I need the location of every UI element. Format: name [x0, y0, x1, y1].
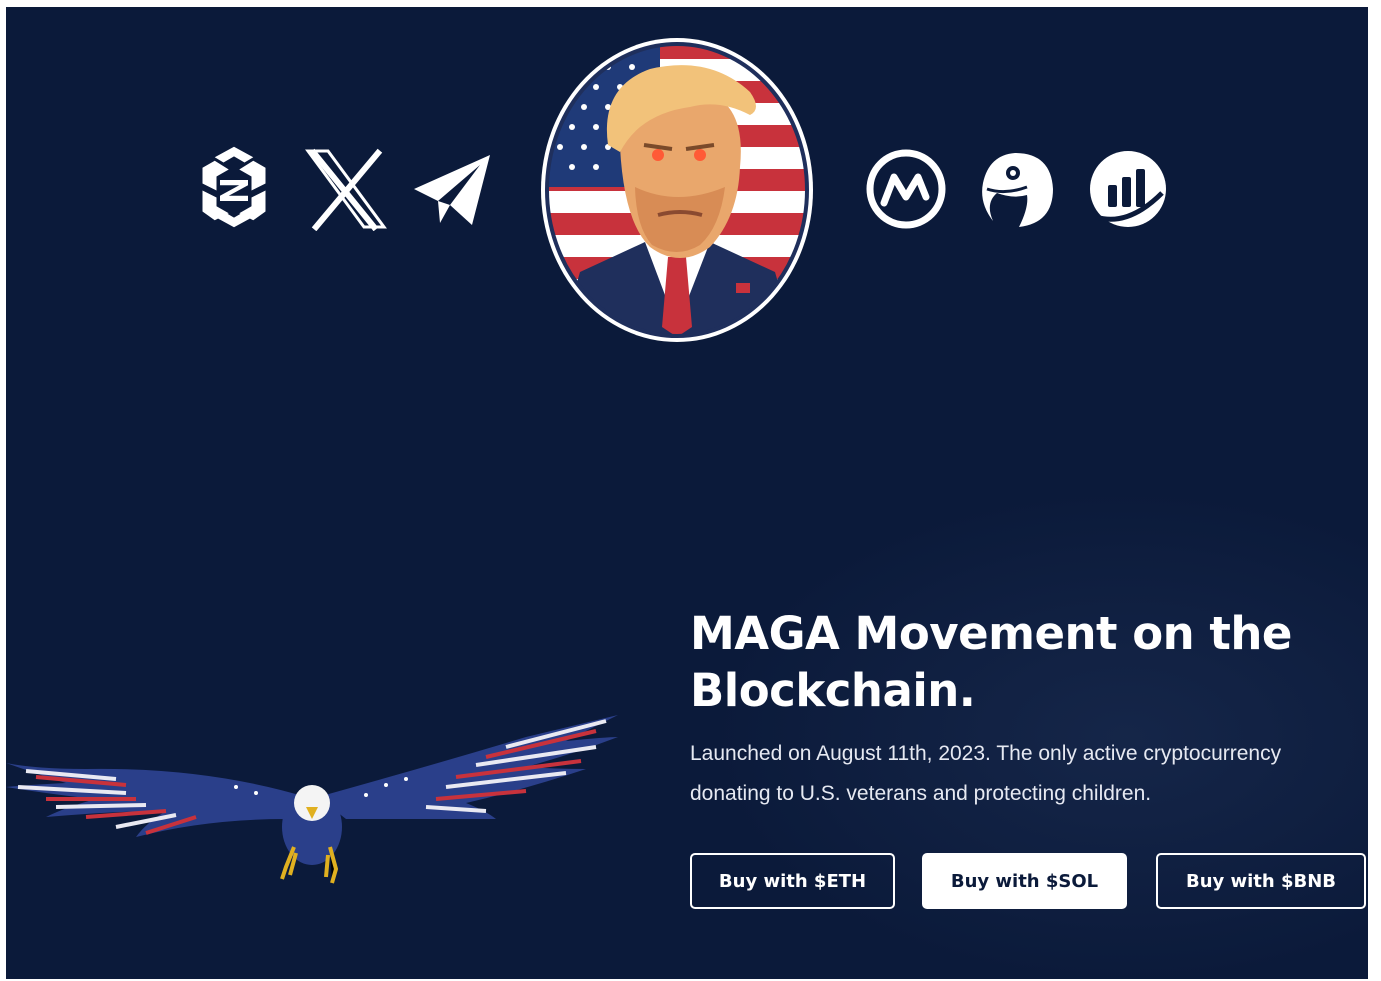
hero-subtitle: Launched on August 11th, 2023. The only …	[690, 734, 1366, 814]
headline-line-2: Blockchain.	[690, 664, 976, 717]
subtitle-line-1: Launched on August 11th, 2023. The only …	[690, 742, 1282, 765]
page-frame: MAGA Movement on the Blockchain. Launche…	[6, 7, 1368, 979]
subtitle-line-2: donating to U.S. veterans and protecting…	[690, 782, 1152, 805]
coinmarketcap-icon[interactable]	[864, 147, 948, 231]
dextools-icon[interactable]	[192, 145, 276, 229]
trump-avatar-logo	[540, 37, 814, 343]
buy-sol-button[interactable]: Buy with $SOL	[922, 853, 1127, 909]
x-icon[interactable]	[304, 147, 388, 231]
dexscreener-icon[interactable]	[1086, 147, 1170, 231]
coingecko-icon[interactable]	[975, 147, 1059, 231]
hero-headline: MAGA Movement on the Blockchain.	[690, 605, 1310, 719]
buy-bnb-button[interactable]: Buy with $BNB	[1156, 853, 1366, 909]
eagle-illustration	[6, 707, 618, 897]
buy-eth-button[interactable]: Buy with $ETH	[690, 853, 895, 909]
telegram-icon[interactable]	[410, 149, 494, 233]
headline-line-1: MAGA Movement on the	[690, 607, 1292, 660]
